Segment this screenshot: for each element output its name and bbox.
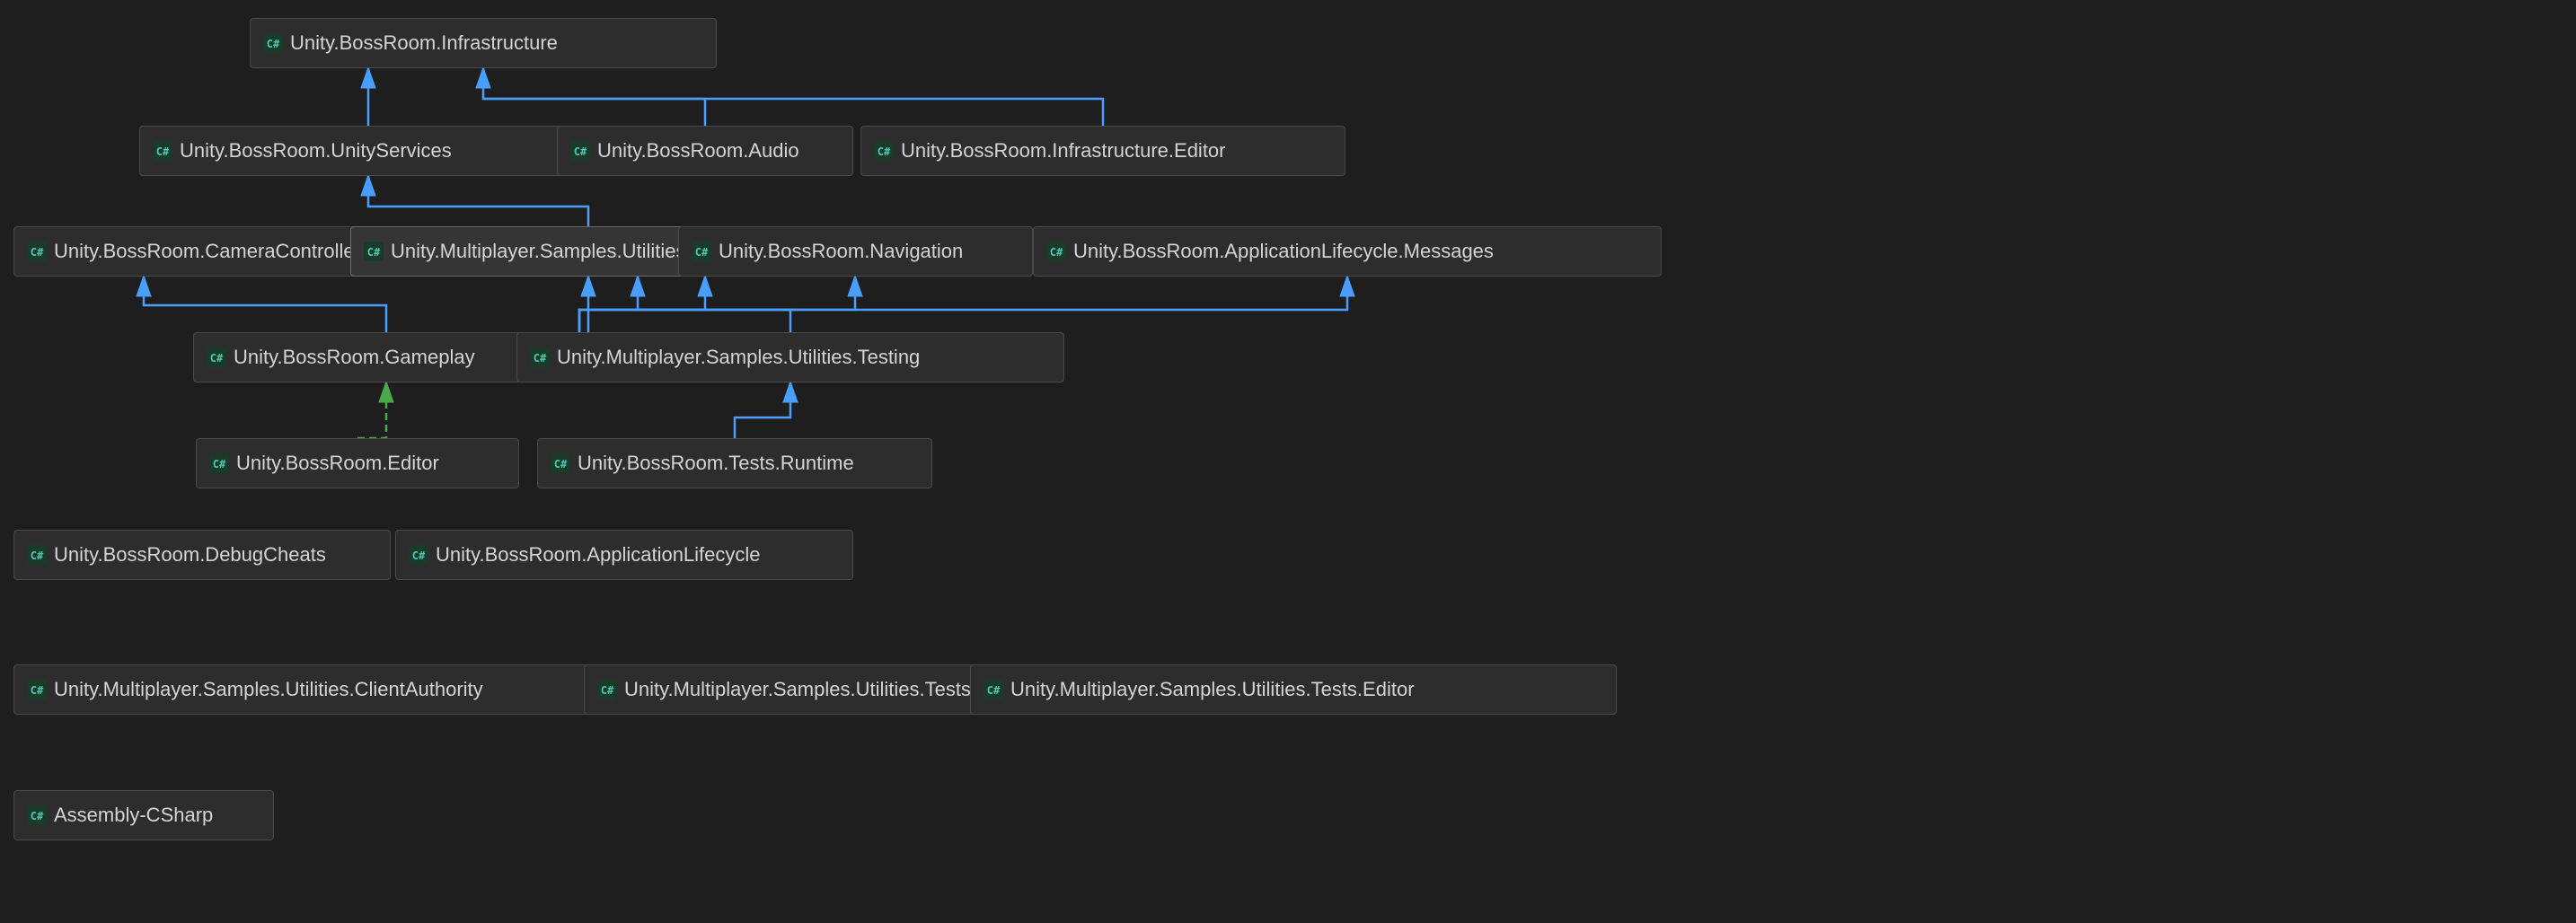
node-unityservices[interactable]: C# Unity.BossRoom.UnityServices — [139, 126, 597, 176]
svg-text:C#: C# — [210, 352, 224, 365]
svg-text:C#: C# — [601, 684, 614, 697]
cs-icon: C# — [551, 453, 570, 473]
node-label-audio: Unity.BossRoom.Audio — [597, 139, 799, 163]
node-label-tests_runtime: Unity.BossRoom.Tests.Runtime — [578, 452, 854, 475]
cs-icon: C# — [27, 680, 47, 699]
node-msu_client[interactable]: C# Unity.Multiplayer.Samples.Utilities.C… — [13, 664, 678, 715]
cs-icon: C# — [984, 680, 1003, 699]
svg-text:C#: C# — [1050, 246, 1063, 259]
node-debugcheats[interactable]: C# Unity.BossRoom.DebugCheats — [13, 530, 391, 580]
node-msu_testing[interactable]: C# Unity.Multiplayer.Samples.Utilities.T… — [516, 332, 1064, 382]
node-label-debugcheats: Unity.BossRoom.DebugCheats — [54, 543, 326, 567]
svg-text:C#: C# — [695, 246, 709, 259]
svg-text:C#: C# — [31, 684, 44, 697]
node-label-msu_tests_editor: Unity.Multiplayer.Samples.Utilities.Test… — [1010, 678, 1415, 701]
node-applifecycle[interactable]: C# Unity.BossRoom.ApplicationLifecycle — [395, 530, 853, 580]
cs-icon: C# — [570, 141, 590, 161]
cs-icon: C# — [692, 242, 711, 261]
node-label-msu_client: Unity.Multiplayer.Samples.Utilities.Clie… — [54, 678, 483, 701]
node-infrastructure[interactable]: C# Unity.BossRoom.Infrastructure — [250, 18, 717, 68]
node-label-infrastructure: Unity.BossRoom.Infrastructure — [290, 31, 558, 55]
node-navigation[interactable]: C# Unity.BossRoom.Navigation — [678, 226, 1033, 277]
node-msu_tests_editor[interactable]: C# Unity.Multiplayer.Samples.Utilities.T… — [970, 664, 1617, 715]
node-audio[interactable]: C# Unity.BossRoom.Audio — [557, 126, 853, 176]
svg-text:C#: C# — [31, 810, 44, 822]
svg-text:C#: C# — [554, 458, 568, 470]
node-label-appmessages: Unity.BossRoom.ApplicationLifecycle.Mess… — [1073, 240, 1494, 263]
node-appmessages[interactable]: C# Unity.BossRoom.ApplicationLifecycle.M… — [1033, 226, 1662, 277]
node-label-infra_editor: Unity.BossRoom.Infrastructure.Editor — [901, 139, 1226, 163]
cs-icon: C# — [27, 545, 47, 565]
cs-icon: C# — [1046, 242, 1066, 261]
svg-text:C#: C# — [987, 684, 1001, 697]
node-tests_runtime[interactable]: C# Unity.BossRoom.Tests.Runtime — [537, 438, 932, 488]
node-infra_editor[interactable]: C# Unity.BossRoom.Infrastructure.Editor — [860, 126, 1345, 176]
node-label-camera: Unity.BossRoom.CameraController — [54, 240, 361, 263]
node-label-msu: Unity.Multiplayer.Samples.Utilities — [391, 240, 685, 263]
cs-icon: C# — [153, 141, 172, 161]
node-label-gameplay: Unity.BossRoom.Gameplay — [234, 346, 475, 369]
cs-icon: C# — [263, 33, 283, 53]
cs-icon: C# — [27, 805, 47, 825]
cs-icon: C# — [409, 545, 428, 565]
cs-icon: C# — [27, 242, 47, 261]
svg-text:C#: C# — [878, 145, 891, 158]
svg-text:C#: C# — [412, 549, 426, 562]
node-assembly[interactable]: C# Assembly-CSharp — [13, 790, 274, 840]
svg-text:C#: C# — [367, 246, 381, 259]
svg-text:C#: C# — [31, 246, 44, 259]
svg-text:C#: C# — [267, 38, 280, 50]
node-label-editor: Unity.BossRoom.Editor — [236, 452, 439, 475]
cs-icon: C# — [207, 347, 226, 367]
node-editor[interactable]: C# Unity.BossRoom.Editor — [196, 438, 519, 488]
diagram-container: C# Unity.BossRoom.Infrastructure C# Unit… — [0, 0, 2576, 923]
cs-icon: C# — [364, 242, 384, 261]
cs-icon: C# — [597, 680, 617, 699]
node-label-assembly: Assembly-CSharp — [54, 804, 213, 827]
svg-text:C#: C# — [156, 145, 170, 158]
svg-text:C#: C# — [213, 458, 226, 470]
svg-text:C#: C# — [31, 549, 44, 562]
node-label-navigation: Unity.BossRoom.Navigation — [719, 240, 963, 263]
cs-icon: C# — [874, 141, 894, 161]
svg-text:C#: C# — [534, 352, 547, 365]
cs-icon: C# — [530, 347, 550, 367]
node-label-unityservices: Unity.BossRoom.UnityServices — [180, 139, 452, 163]
node-label-applifecycle: Unity.BossRoom.ApplicationLifecycle — [436, 543, 761, 567]
node-label-msu_testing: Unity.Multiplayer.Samples.Utilities.Test… — [557, 346, 920, 369]
svg-text:C#: C# — [574, 145, 587, 158]
cs-icon: C# — [209, 453, 229, 473]
